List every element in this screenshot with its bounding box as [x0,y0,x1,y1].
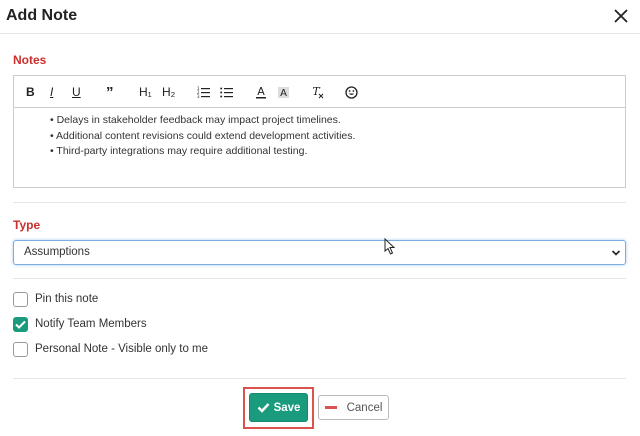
notes-editor[interactable]: B I U ” H₁ H₂ 1 2 3 A A T • Delays in st… [13,75,626,188]
close-button[interactable] [610,5,632,27]
emoji-icon [345,85,358,99]
ordered-list-icon: 1 2 3 [197,86,210,98]
pin-note-option[interactable]: Pin this note [13,291,98,307]
divider [13,202,626,203]
list-item: • Additional content revisions could ext… [50,129,356,142]
blockquote-button[interactable]: ” [106,83,114,101]
save-button[interactable]: Save [249,393,308,422]
cancel-label: Cancel [346,401,383,414]
bullet-list-icon [220,87,233,98]
svg-text:A: A [257,85,265,98]
type-label: Type [13,218,41,232]
text-color-button[interactable]: A [255,83,267,101]
list-item: • Delays in stakeholder feedback may imp… [50,114,341,126]
list-item: • Third-party integrations may require a… [50,145,308,157]
heading2-button[interactable]: H₂ [162,83,175,101]
type-select[interactable]: Assumptions [13,240,626,265]
notify-team-option[interactable]: Notify Team Members [13,316,147,332]
svg-text:T: T [312,85,321,98]
svg-text:3: 3 [197,94,200,98]
notes-label: Notes [13,53,47,67]
save-label: Save [273,401,301,414]
pin-note-checkbox[interactable] [13,291,28,307]
editor-toolbar: B I U ” H₁ H₂ 1 2 3 A A T [14,76,625,108]
checkmark-icon [15,320,26,329]
dialog-header: Add Note [0,0,640,34]
personal-note-option[interactable]: Personal Note - Visible only to me [13,341,208,357]
quote-icon: ” [106,83,114,101]
heading1-button[interactable]: H₁ [139,83,152,101]
emoji-button[interactable] [345,83,358,101]
svg-text:A: A [280,88,287,99]
highlight-color-icon: A [278,87,289,99]
notes-content[interactable]: • Delays in stakeholder feedback may imp… [14,108,625,160]
mouse-cursor-icon [384,238,396,255]
italic-button[interactable]: I [50,83,53,101]
bullet-list-button[interactable] [220,83,233,101]
pin-note-label: Pin this note [35,293,99,305]
notify-team-label: Notify Team Members [35,318,147,330]
ordered-list-button[interactable]: 1 2 3 [197,83,210,101]
cancel-button[interactable]: Cancel [318,395,389,420]
text-color-icon: A [256,85,266,99]
dialog-title: Add Note [6,7,78,24]
clear-format-button[interactable]: T [311,83,324,101]
divider [13,378,626,379]
divider [13,278,626,279]
chevron-down-icon [611,250,621,256]
clear-format-icon: T [312,85,324,99]
personal-note-label: Personal Note - Visible only to me [35,343,209,355]
bold-button[interactable]: B [26,83,35,101]
check-icon [257,403,269,413]
underline-button[interactable]: U [72,83,81,101]
minus-icon [324,406,337,409]
type-select-value: Assumptions [24,246,90,258]
background-color-button[interactable]: A [277,83,290,101]
notify-team-checkbox[interactable] [13,316,28,332]
close-icon [614,9,628,23]
personal-note-checkbox[interactable] [13,341,28,357]
